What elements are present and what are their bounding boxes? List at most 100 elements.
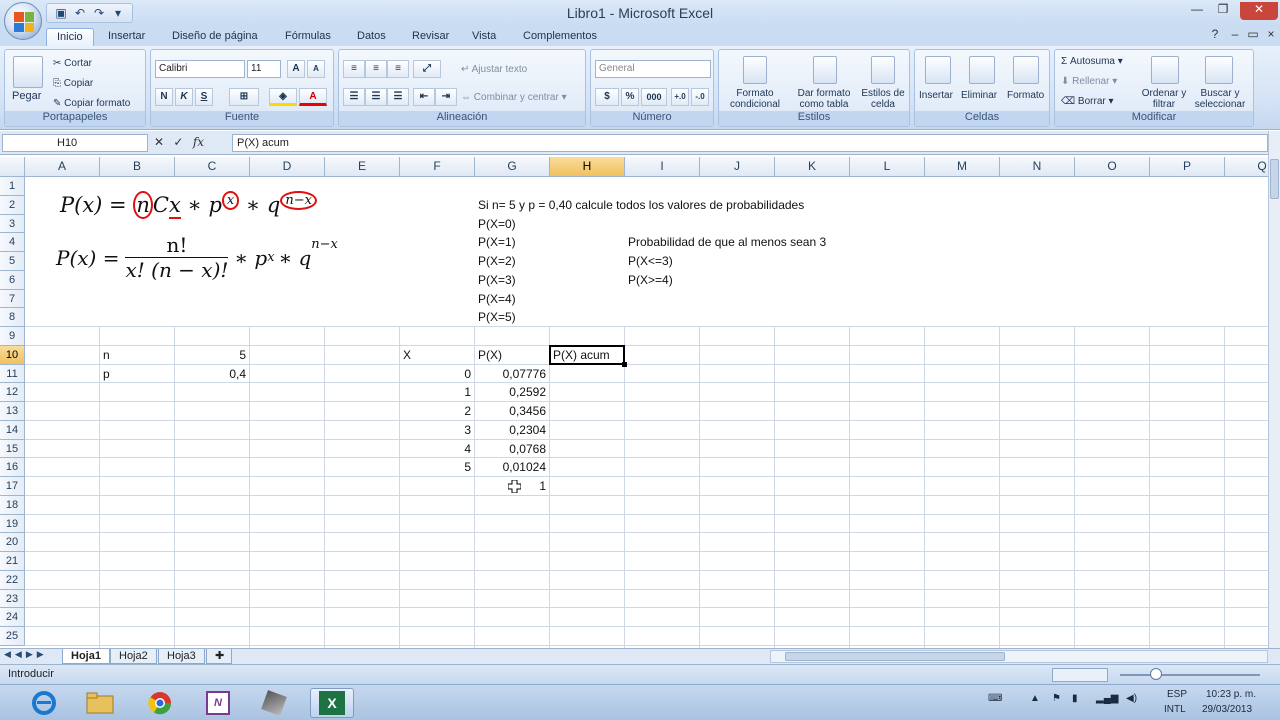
- cell-i4[interactable]: Probabilidad de que al menos sean 3: [626, 233, 1226, 251]
- align-bottom-icon[interactable]: ≡: [387, 60, 409, 78]
- delete-cells-button[interactable]: Eliminar: [961, 90, 997, 101]
- orientation-icon[interactable]: ⤢: [413, 60, 441, 78]
- volume-icon[interactable]: ◀): [1126, 693, 1137, 704]
- cancel-entry-icon[interactable]: ✕: [154, 135, 164, 149]
- cell-c10[interactable]: 5: [176, 346, 248, 364]
- row-header-25[interactable]: 25: [0, 627, 25, 646]
- view-buttons[interactable]: [1052, 668, 1108, 682]
- align-left-icon[interactable]: ☰: [343, 88, 365, 106]
- cell-styles-icon[interactable]: [871, 56, 895, 84]
- bold-button[interactable]: N: [155, 88, 173, 106]
- binomial-formula-2[interactable]: P(x) = n! x! (n − x)! ∗ p x ∗ q n−x: [56, 233, 338, 282]
- currency-button[interactable]: $: [595, 88, 619, 106]
- cell-h10[interactable]: P(X) acum: [551, 346, 1151, 364]
- fill-handle[interactable]: [622, 361, 627, 367]
- column-header-c[interactable]: C: [175, 157, 250, 177]
- cell-g13[interactable]: 0,3456: [476, 402, 548, 420]
- align-center-icon[interactable]: ☰: [365, 88, 387, 106]
- format-painter-button[interactable]: ✎ Copiar formato: [53, 98, 130, 109]
- lang-code[interactable]: ESP: [1167, 689, 1187, 700]
- format-as-table-icon[interactable]: [813, 56, 837, 84]
- cell-c11[interactable]: 0,4: [176, 365, 248, 383]
- row-header-2[interactable]: 2: [0, 195, 25, 215]
- column-header-a[interactable]: A: [25, 157, 100, 177]
- row-header-24[interactable]: 24: [0, 608, 25, 628]
- clear-button[interactable]: ⌫ Borrar ▾: [1061, 96, 1114, 107]
- tab-formulas[interactable]: Fórmulas: [275, 28, 341, 47]
- formula-input[interactable]: P(X) acum: [232, 134, 1268, 152]
- sheet-tab-hoja3[interactable]: Hoja3: [158, 649, 205, 664]
- office-button[interactable]: [4, 2, 42, 40]
- binomial-formula-1[interactable]: P(x) = n Cx ∗ px ∗ q n−x: [60, 191, 317, 219]
- row-header-9[interactable]: 9: [0, 327, 25, 346]
- row-header-3[interactable]: 3: [0, 214, 25, 234]
- column-header-h[interactable]: H: [550, 157, 625, 177]
- cell-f11[interactable]: 0: [401, 365, 473, 383]
- insert-cells-button[interactable]: Insertar: [919, 90, 953, 101]
- italic-button[interactable]: K: [175, 88, 193, 106]
- column-header-p[interactable]: P: [1150, 157, 1225, 177]
- column-header-q[interactable]: Q: [1225, 157, 1268, 177]
- cell-f13[interactable]: 2: [401, 402, 473, 420]
- insert-cells-icon[interactable]: [925, 56, 951, 84]
- font-name-select[interactable]: Calibri: [155, 60, 245, 78]
- row-header-10[interactable]: 10: [0, 345, 25, 365]
- horizontal-scrollbar[interactable]: [770, 650, 1268, 663]
- row-header-18[interactable]: 18: [0, 495, 25, 515]
- underline-button[interactable]: S: [195, 88, 213, 106]
- sheet-nav-icon[interactable]: ◀◀▶▶: [4, 649, 48, 660]
- tab-vista[interactable]: Vista: [462, 28, 506, 47]
- column-header-n[interactable]: N: [1000, 157, 1075, 177]
- fill-button[interactable]: ⬇ Rellenar ▾: [1061, 76, 1117, 87]
- cell-g8[interactable]: P(X=5): [476, 308, 1076, 326]
- ribbon-close-icon[interactable]: ×: [1258, 27, 1280, 45]
- column-header-e[interactable]: E: [325, 157, 400, 177]
- row-header-6[interactable]: 6: [0, 270, 25, 290]
- clock-time[interactable]: 10:23 p. m.: [1206, 689, 1256, 700]
- column-header-b[interactable]: B: [100, 157, 175, 177]
- tab-insertar[interactable]: Insertar: [98, 28, 155, 47]
- row-header-14[interactable]: 14: [0, 420, 25, 440]
- hscroll-thumb[interactable]: [785, 652, 1005, 661]
- row-header-13[interactable]: 13: [0, 402, 25, 421]
- format-cells-icon[interactable]: [1013, 56, 1039, 84]
- cell-f16[interactable]: 5: [401, 458, 473, 476]
- vertical-scrollbar[interactable]: [1268, 131, 1280, 648]
- row-header-19[interactable]: 19: [0, 514, 25, 534]
- increase-indent-icon[interactable]: ⇥: [435, 88, 457, 106]
- tab-diseno[interactable]: Diseño de página: [162, 28, 268, 47]
- internet-explorer-icon[interactable]: [22, 688, 66, 718]
- column-header-i[interactable]: I: [625, 157, 700, 177]
- paste-icon[interactable]: [13, 56, 43, 88]
- row-header-5[interactable]: 5: [0, 252, 25, 271]
- sort-filter-button[interactable]: Ordenar y filtrar: [1139, 88, 1189, 110]
- restore-icon[interactable]: ❐: [1210, 2, 1236, 20]
- cell-g14[interactable]: 0,2304: [476, 421, 548, 439]
- select-all-corner[interactable]: [0, 157, 25, 177]
- column-header-m[interactable]: M: [925, 157, 1000, 177]
- row-header-11[interactable]: 11: [0, 364, 25, 384]
- cell-i5[interactable]: P(X<=3): [626, 252, 1226, 270]
- column-header-o[interactable]: O: [1075, 157, 1150, 177]
- spreadsheet-grid[interactable]: A B C D E F G H I J K L M N O P Q 1 2 3 4 5 6 7 8 9 10 11 12 13 14 15 16…: [0, 157, 1268, 648]
- binoculars-icon[interactable]: [1205, 56, 1233, 84]
- number-format-select[interactable]: General: [595, 60, 711, 78]
- row-header-12[interactable]: 12: [0, 383, 25, 403]
- sheet-tab-hoja1[interactable]: Hoja1: [62, 649, 110, 664]
- row-header-22[interactable]: 22: [0, 570, 25, 590]
- column-header-k[interactable]: K: [775, 157, 850, 177]
- find-select-button[interactable]: Buscar y seleccionar: [1189, 88, 1251, 110]
- format-as-table-button[interactable]: Dar formato como tabla: [791, 88, 857, 110]
- zoom-thumb[interactable]: [1150, 668, 1162, 680]
- onenote-icon[interactable]: N: [196, 688, 240, 718]
- autosum-button[interactable]: Σ Autosuma ▾: [1061, 56, 1123, 67]
- signal-icon[interactable]: ▂▄▆: [1096, 693, 1118, 704]
- merge-center-button[interactable]: ⇔ Combinar y centrar ▾: [461, 92, 567, 103]
- insert-function-icon[interactable]: fx: [193, 135, 204, 149]
- percent-button[interactable]: %: [621, 88, 639, 106]
- column-header-f[interactable]: F: [400, 157, 475, 177]
- column-header-d[interactable]: D: [250, 157, 325, 177]
- pen-tool-icon[interactable]: [252, 688, 296, 718]
- cell-g3[interactable]: P(X=0): [476, 215, 1076, 233]
- paste-button[interactable]: Pegar: [12, 90, 41, 102]
